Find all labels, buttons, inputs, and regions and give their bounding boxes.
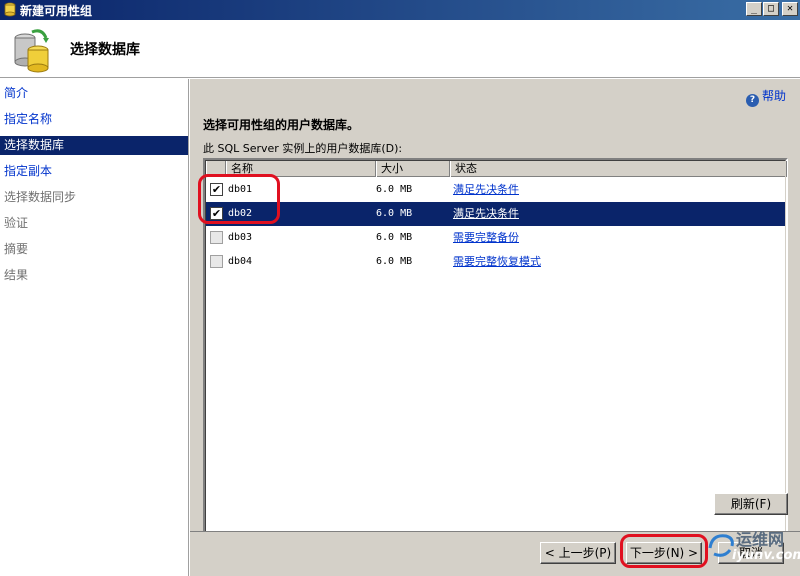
wizard-header: 选择数据库 [0, 20, 800, 78]
sidebar-item-select-databases[interactable]: 选择数据库 [0, 136, 188, 155]
row-status-link[interactable]: 满足先决条件 [453, 202, 519, 226]
next-button[interactable]: 下一步(N) > [626, 542, 702, 564]
row-name: db02 [228, 208, 253, 219]
previous-button[interactable]: < 上一步(P) [540, 542, 616, 564]
row-checkbox[interactable] [210, 231, 223, 244]
row-status-link[interactable]: 需要完整备份 [453, 226, 519, 250]
watermark-text: 运维网 [736, 530, 785, 549]
header-size[interactable]: 大小 [376, 161, 450, 177]
watermark-subtext: iyunv.com [732, 548, 800, 563]
help-link[interactable]: ? 帮助 [745, 87, 786, 107]
maximize-button[interactable]: □ [763, 2, 779, 16]
table-row[interactable]: ✔ db02 6.0 MB 满足先决条件 [206, 202, 785, 226]
sidebar-item-results: 结果 [4, 268, 29, 282]
section-title: 选择可用性组的用户数据库。 [203, 118, 360, 132]
row-name: db03 [228, 232, 253, 243]
row-size: 6.0 MB [376, 256, 413, 267]
row-size: 6.0 MB [376, 208, 413, 219]
row-size: 6.0 MB [376, 184, 413, 195]
database-app-icon [4, 2, 16, 17]
table-row[interactable]: ✔ db01 6.0 MB 满足先决条件 [206, 178, 785, 202]
close-button[interactable]: ✕ [782, 2, 798, 16]
table-row[interactable]: db04 6.0 MB 需要完整恢复模式 [206, 250, 785, 274]
sidebar-item-summary: 摘要 [4, 242, 29, 256]
sidebar-item-data-sync: 选择数据同步 [4, 190, 77, 204]
window-title: 新建可用性组 [20, 4, 93, 18]
page-title: 选择数据库 [70, 42, 140, 58]
row-name: db04 [228, 256, 253, 267]
row-name: db01 [228, 184, 253, 195]
window-titlebar: 新建可用性组 _ □ ✕ [0, 0, 800, 20]
sidebar-item-validation: 验证 [4, 216, 29, 230]
row-size: 6.0 MB [376, 232, 413, 243]
row-status-link[interactable]: 满足先决条件 [453, 178, 519, 202]
row-checkbox[interactable]: ✔ [210, 207, 223, 220]
table-label: 此 SQL Server 实例上的用户数据库(D): [203, 142, 403, 155]
sidebar-item-intro[interactable]: 简介 [0, 84, 188, 103]
minimize-button[interactable]: _ [746, 2, 762, 16]
main-panel: ? 帮助 选择可用性组的用户数据库。 此 SQL Server 实例上的用户数据库… [190, 79, 800, 559]
refresh-button[interactable]: 刷新(F) [714, 493, 788, 515]
header-status[interactable]: 状态 [450, 161, 787, 177]
row-checkbox[interactable] [210, 255, 223, 268]
table-row[interactable]: db03 6.0 MB 需要完整备份 [206, 226, 785, 250]
wizard-sidebar: 简介 指定名称 选择数据库 指定副本 选择数据同步 验证 摘要 结果 [0, 79, 189, 576]
database-grid[interactable]: 名称 大小 状态 ✔ db01 6.0 MB 满足先决条件 ✔ db02 6.0… [203, 158, 788, 559]
watermark-logo: 运维网 iyunv.com [706, 526, 800, 574]
row-status-link[interactable]: 需要完整恢复模式 [453, 250, 541, 274]
help-label: 帮助 [761, 89, 786, 103]
sidebar-item-replicas[interactable]: 指定副本 [0, 162, 188, 181]
sidebar-item-name[interactable]: 指定名称 [0, 110, 188, 129]
help-icon: ? [745, 94, 759, 107]
header-name[interactable]: 名称 [226, 161, 376, 177]
header-check-column [206, 161, 226, 177]
grid-header: 名称 大小 状态 [206, 161, 787, 177]
database-sync-icon [14, 29, 49, 73]
row-checkbox[interactable]: ✔ [210, 183, 223, 196]
